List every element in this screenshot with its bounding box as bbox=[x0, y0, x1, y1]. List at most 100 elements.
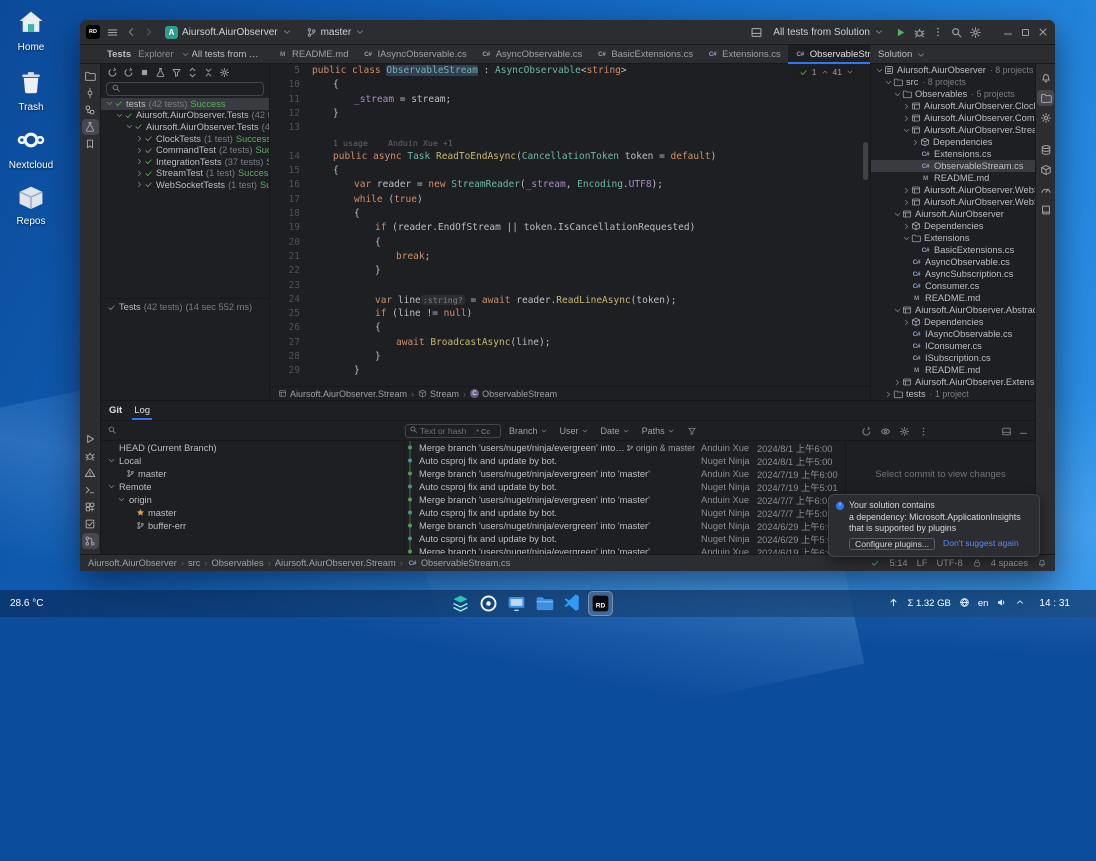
chevron-up-icon[interactable] bbox=[821, 68, 829, 76]
solution-tree-row[interactable]: Dependencies bbox=[871, 220, 1035, 232]
statusbar-crumb[interactable]: C#ObservableStream.cs bbox=[407, 558, 510, 568]
chevron-right-icon[interactable] bbox=[884, 390, 893, 399]
test-tree-row[interactable]: StreamTest(1 test)Success bbox=[101, 168, 269, 180]
solution-view-selector[interactable]: Solution bbox=[878, 49, 912, 60]
taskbar-monitor-app[interactable] bbox=[505, 592, 528, 615]
expand-all-icon[interactable] bbox=[187, 67, 198, 78]
chevron-right-icon[interactable] bbox=[902, 318, 911, 327]
devices-icon[interactable] bbox=[750, 26, 763, 39]
commit-tool-icon[interactable] bbox=[82, 85, 99, 101]
bookmarks-tool-icon[interactable] bbox=[82, 136, 99, 152]
editor-scrollbar[interactable] bbox=[863, 142, 868, 180]
encoding-widget[interactable]: UTF-8 bbox=[936, 558, 962, 568]
caret-position-widget[interactable]: 5:14 bbox=[889, 558, 907, 568]
solution-tree-row[interactable]: Aiursoft.AiurObserver.WebSocket bbox=[871, 184, 1035, 196]
commit-search-field[interactable]: .* Cc bbox=[405, 424, 501, 438]
git-tool-icon[interactable] bbox=[82, 533, 99, 549]
maximize-button[interactable] bbox=[1020, 27, 1031, 38]
test-tree-row[interactable]: Aiursoft.AiurObserver.Tests(42 tests)Suc… bbox=[101, 110, 269, 122]
structure-tool-icon[interactable] bbox=[82, 102, 99, 118]
solution-tree-row[interactable]: MREADME.md bbox=[871, 364, 1035, 376]
commit-row[interactable]: Auto csproj fix and update by bot.Nuget … bbox=[405, 506, 845, 519]
chevron-right-icon[interactable] bbox=[135, 146, 144, 155]
collapse-all-icon[interactable] bbox=[203, 67, 214, 78]
run-button[interactable] bbox=[894, 26, 907, 39]
editor-tab-iasyncobservable-cs[interactable]: C#IAsyncObservable.cs bbox=[355, 45, 473, 64]
chevron-right-icon[interactable] bbox=[902, 222, 911, 231]
keyboard-layout-label[interactable]: en bbox=[978, 598, 989, 609]
clear-filters-icon[interactable] bbox=[687, 426, 697, 436]
statusbar-crumb[interactable]: Observables bbox=[212, 558, 264, 568]
code-area[interactable]: 5public class ObservableStream : AsyncOb… bbox=[270, 64, 870, 386]
statusbar-crumb[interactable]: src bbox=[188, 558, 200, 568]
minimize-button[interactable] bbox=[1002, 26, 1014, 38]
editor-tab-extensions-cs[interactable]: C#Extensions.cs bbox=[700, 45, 788, 64]
solution-tree-row[interactable]: Aiursoft.AiurObserver.Clock bbox=[871, 100, 1035, 112]
folder-tool-icon[interactable] bbox=[1037, 90, 1054, 106]
filter-user[interactable]: User bbox=[560, 426, 589, 436]
taskbar-rider-app[interactable]: RD bbox=[589, 592, 612, 615]
test-tree-row[interactable]: WebSocketTests(1 test)Success bbox=[101, 179, 269, 191]
deps-tool-icon[interactable] bbox=[1037, 162, 1054, 178]
branch-row[interactable]: HEAD (Current Branch) bbox=[101, 441, 404, 454]
vcs-branch-widget[interactable]: master bbox=[302, 26, 370, 39]
gauge-tool-icon[interactable] bbox=[1037, 182, 1054, 198]
chevron-right-icon[interactable] bbox=[135, 134, 144, 143]
statusbar-crumb[interactable]: Aiursoft.AiurObserver bbox=[88, 558, 177, 568]
main-menu-icon[interactable] bbox=[106, 26, 119, 39]
chevron-right-icon[interactable] bbox=[135, 169, 144, 178]
commit-row[interactable]: Auto csproj fix and update by bot.Nuget … bbox=[405, 480, 845, 493]
rerun-icon[interactable] bbox=[107, 67, 118, 78]
todo-tool-icon[interactable] bbox=[82, 516, 99, 532]
gear-tool-icon[interactable] bbox=[1037, 110, 1054, 126]
solution-tree-row[interactable]: C#IAsyncObservable.cs bbox=[871, 328, 1035, 340]
commit-row[interactable]: Auto csproj fix and update by bot.Nuget … bbox=[405, 532, 845, 545]
taskbar-recorder-app[interactable] bbox=[477, 592, 500, 615]
more-actions-icon[interactable] bbox=[932, 26, 944, 38]
chevron-down-icon[interactable] bbox=[107, 456, 116, 465]
chevron-right-icon[interactable] bbox=[902, 114, 911, 123]
navigate-back-icon[interactable] bbox=[125, 26, 137, 38]
solution-tree-row[interactable]: C#Extensions.cs bbox=[871, 148, 1035, 160]
match-case-toggle[interactable]: Cc bbox=[481, 427, 490, 436]
solution-tree-row[interactable]: C#BasicExtensions.cs bbox=[871, 244, 1035, 256]
solution-tree-row[interactable]: Aiursoft.AiurObserver.Command bbox=[871, 112, 1035, 124]
chevron-right-icon[interactable] bbox=[902, 186, 911, 195]
solution-tree-row[interactable]: C#AsyncSubscription.cs bbox=[871, 268, 1035, 280]
configure-plugins-button[interactable]: Configure plugins... bbox=[849, 538, 935, 550]
search-everywhere-icon[interactable] bbox=[950, 26, 963, 39]
solution-tree-row[interactable]: C#IConsumer.cs bbox=[871, 340, 1035, 352]
tab-explorer[interactable]: Explorer bbox=[138, 49, 173, 60]
tests-filter-input[interactable] bbox=[124, 84, 244, 94]
project-widget[interactable]: AAiursoft.AiurObserver bbox=[161, 25, 296, 40]
db-tool-icon[interactable] bbox=[1037, 142, 1054, 158]
run-tool-icon[interactable] bbox=[82, 431, 99, 447]
chevron-down-icon[interactable] bbox=[893, 210, 902, 219]
solution-tree-row[interactable]: MREADME.md bbox=[871, 292, 1035, 304]
chevron-down-icon[interactable] bbox=[117, 495, 126, 504]
test-tree-row[interactable]: IntegrationTests(37 tests)Success bbox=[101, 156, 269, 168]
chevron-down-icon[interactable] bbox=[105, 99, 114, 108]
run-configuration-widget[interactable]: All tests from Solution bbox=[769, 26, 888, 39]
commit-row[interactable]: Merge branch 'users/nuget/ninja/evergree… bbox=[405, 467, 845, 480]
desktop-icon-trash[interactable]: Trash bbox=[3, 68, 59, 113]
notifications-icon[interactable] bbox=[1037, 558, 1047, 568]
commit-row[interactable]: Merge branch 'users/nuget/ninja/evergree… bbox=[405, 441, 845, 454]
test-tree-row[interactable]: ClockTests(1 test)Success bbox=[101, 133, 269, 145]
terminal-tool-icon[interactable] bbox=[82, 482, 99, 498]
chevron-right-icon[interactable] bbox=[902, 102, 911, 111]
tests-splitter[interactable] bbox=[101, 298, 269, 299]
chevron-down-icon[interactable] bbox=[902, 234, 911, 243]
editor-tab-asyncobservable-cs[interactable]: C#AsyncObservable.cs bbox=[474, 45, 590, 64]
folder-tool-icon[interactable] bbox=[82, 68, 99, 84]
test-tree-row[interactable]: Aiursoft.AiurObserver.Tests(42 tests)Suc… bbox=[101, 121, 269, 133]
debug-tool-icon[interactable] bbox=[82, 448, 99, 464]
chevron-down-icon[interactable] bbox=[893, 306, 902, 315]
editor-tab-readme-md[interactable]: MREADME.md bbox=[270, 45, 355, 64]
chevron-down-icon[interactable] bbox=[125, 122, 134, 131]
problems-tool-icon[interactable] bbox=[82, 465, 99, 481]
chevron-right-icon[interactable] bbox=[893, 378, 902, 387]
inspections-widget[interactable]: 141 bbox=[795, 66, 858, 78]
taskbar-layers-app[interactable] bbox=[449, 592, 472, 615]
rerun-failed-icon[interactable] bbox=[123, 67, 134, 78]
